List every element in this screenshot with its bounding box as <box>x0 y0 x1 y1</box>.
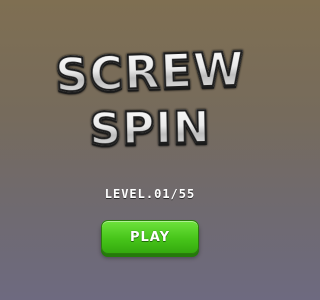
game-title-line-2: SPIN <box>0 99 300 158</box>
play-button-label: PLAY <box>129 229 171 245</box>
play-button[interactable]: PLAY <box>101 220 199 254</box>
game-start-screen: SCREW SPIN LEVEL.01/55 PLAY <box>0 0 300 300</box>
game-title-line-1: SCREW <box>0 39 301 105</box>
level-indicator: LEVEL.01/55 <box>104 187 196 201</box>
